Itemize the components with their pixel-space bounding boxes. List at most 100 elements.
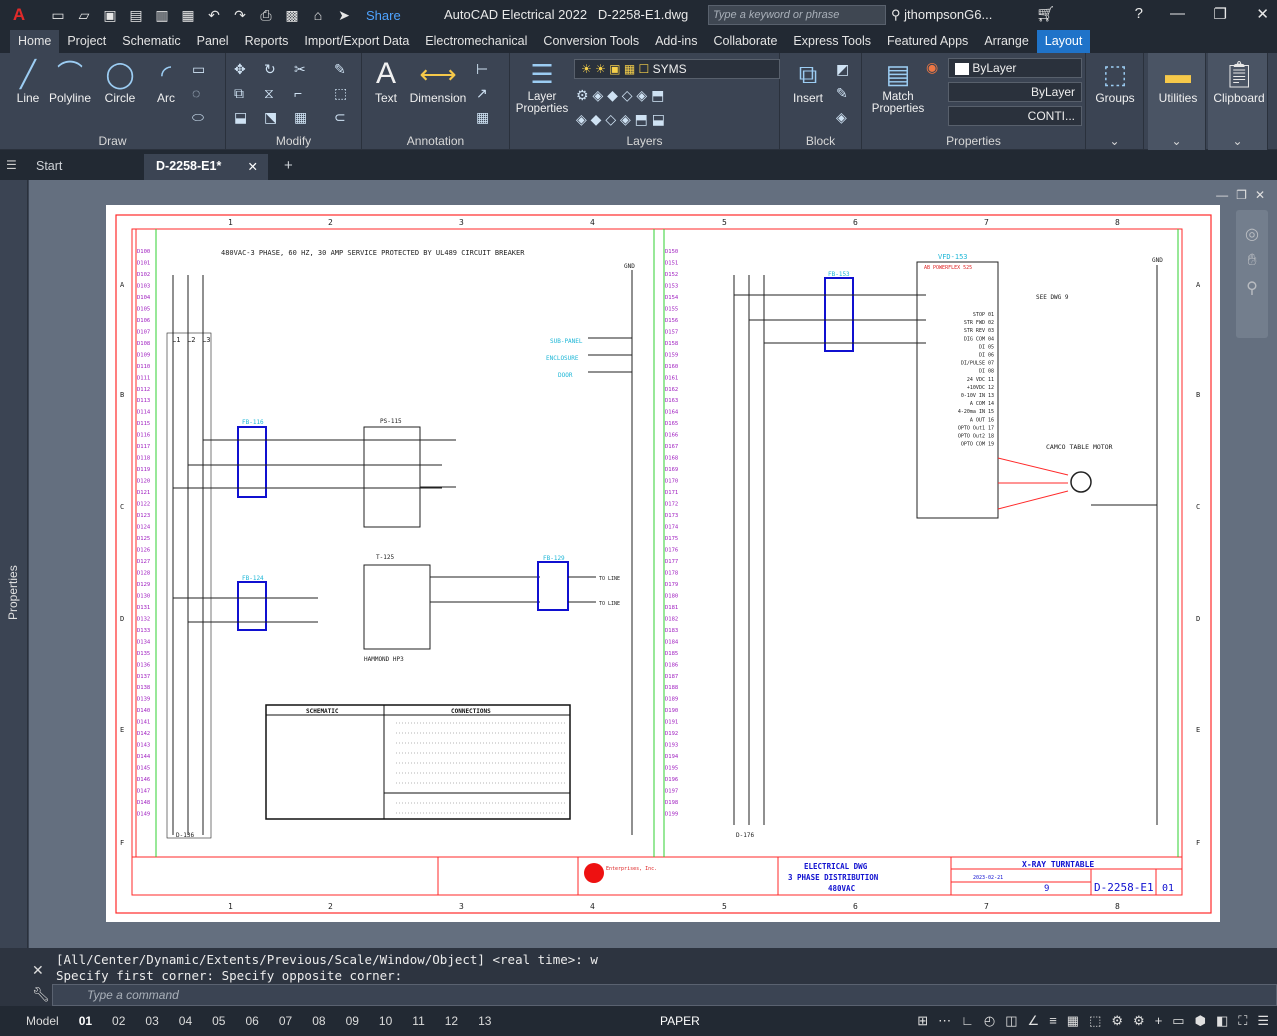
table-icon[interactable]: ▦ bbox=[476, 109, 489, 126]
layers-panel-title[interactable]: Layers bbox=[510, 134, 779, 148]
rotate-icon[interactable]: ↻ bbox=[264, 61, 276, 78]
properties-panel-title[interactable]: Properties bbox=[862, 134, 1085, 148]
annotation-monitor-icon[interactable]: + bbox=[1155, 1013, 1163, 1029]
leader-icon[interactable]: ↗ bbox=[476, 85, 488, 102]
open-icon[interactable]: ▱ bbox=[76, 7, 92, 24]
menu-tab-project[interactable]: Project bbox=[59, 30, 114, 53]
polyline-tool[interactable]: ⌒ Polyline bbox=[46, 57, 94, 105]
layout-tab-04[interactable]: 04 bbox=[169, 1014, 202, 1028]
menu-tab-import-export-data[interactable]: Import/Export Data bbox=[296, 30, 417, 53]
vp-minimize-icon[interactable]: — bbox=[1216, 188, 1228, 202]
maximize-icon[interactable]: ❐ bbox=[1214, 5, 1227, 23]
arc-tool[interactable]: ◜ Arc bbox=[146, 57, 186, 105]
layer-tools2-icon[interactable]: ◈ ◆ ◇ ◈ ⬒ ⬓ bbox=[576, 111, 665, 128]
attribute-icon[interactable]: ◈ bbox=[836, 109, 847, 126]
vp-restore-icon[interactable]: ❐ bbox=[1236, 188, 1247, 202]
create-block-icon[interactable]: ◩ bbox=[836, 61, 849, 78]
steering-wheel-icon[interactable]: ◎ bbox=[1236, 224, 1268, 244]
dimension-tool[interactable]: ⟷ Dimension bbox=[408, 57, 468, 105]
tab-menu-icon[interactable]: ☰ bbox=[6, 158, 17, 172]
layout-tab-13[interactable]: 13 bbox=[468, 1014, 501, 1028]
menu-tab-electromechanical[interactable]: Electromechanical bbox=[417, 30, 535, 53]
clipboard-tool[interactable]: 📋︎ Clipboard bbox=[1210, 57, 1268, 105]
zoom-icon[interactable]: ⚲ bbox=[1236, 278, 1268, 298]
groups-expand-icon[interactable]: ⌄ bbox=[1086, 134, 1143, 148]
modify-panel-title[interactable]: Modify bbox=[226, 134, 361, 148]
share-button[interactable]: Share bbox=[366, 8, 401, 23]
command-close-icon[interactable]: ✕ bbox=[32, 962, 44, 979]
cart-icon[interactable]: 🛒︎ bbox=[1036, 5, 1055, 23]
app-logo-icon[interactable]: A bbox=[0, 0, 38, 30]
layout-tab-11[interactable]: 11 bbox=[402, 1014, 434, 1028]
otrack-icon[interactable]: ∠ bbox=[1028, 1013, 1040, 1029]
color-wheel-icon[interactable]: ◉ bbox=[926, 59, 938, 76]
navigation-bar[interactable]: ◎ ✋︎ ⚲ bbox=[1236, 210, 1268, 338]
layer-tools-icon[interactable]: ⚙ ◈ ◆ ◇ ◈ ⬒ bbox=[576, 87, 664, 104]
mirror-icon[interactable]: ⧖ bbox=[264, 85, 274, 102]
array-icon[interactable]: ▦ bbox=[294, 109, 307, 126]
isolate-icon[interactable]: ⬢ bbox=[1195, 1013, 1206, 1029]
stretch-icon[interactable]: ⬓ bbox=[234, 109, 247, 126]
transparency-icon[interactable]: ▦ bbox=[1067, 1013, 1079, 1029]
menu-tab-collaborate[interactable]: Collaborate bbox=[705, 30, 785, 53]
menu-tab-express-tools[interactable]: Express Tools bbox=[785, 30, 879, 53]
properties-palette-strip[interactable]: Properties bbox=[0, 180, 28, 948]
utilities-expand-icon[interactable]: ⌄ bbox=[1148, 134, 1205, 148]
line-tool[interactable]: ╱ Line bbox=[8, 57, 48, 105]
menu-tab-add-ins[interactable]: Add-ins bbox=[647, 30, 705, 53]
layout-tab-01[interactable]: 01 bbox=[69, 1014, 102, 1028]
grid-icon[interactable]: ⊞ bbox=[917, 1013, 928, 1029]
command-customize-icon[interactable]: 🔧︎ bbox=[32, 986, 50, 1003]
save-web-icon[interactable]: ▦ bbox=[180, 7, 196, 24]
command-input[interactable]: Type a command bbox=[52, 984, 1277, 1006]
annotation-scale-icon[interactable]: ⚙ bbox=[1111, 1013, 1123, 1029]
tab-close-icon[interactable]: ✕ bbox=[248, 159, 258, 174]
menu-tab-layout[interactable]: Layout bbox=[1036, 30, 1091, 53]
trim-icon[interactable]: ✂ bbox=[294, 61, 306, 78]
layout-tab-06[interactable]: 06 bbox=[235, 1014, 268, 1028]
copy-icon[interactable]: ⧉ bbox=[234, 85, 244, 102]
hatch-icon[interactable]: ◌ bbox=[192, 85, 200, 101]
layer-properties-tool[interactable]: ☰ Layer Properties bbox=[514, 57, 570, 115]
color-dropdown[interactable]: ByLayer bbox=[948, 58, 1082, 78]
undo-icon[interactable]: ↶ bbox=[206, 7, 222, 24]
open-web-icon[interactable]: ▥ bbox=[154, 7, 170, 24]
customize-icon[interactable]: ☰ bbox=[1257, 1013, 1269, 1029]
menu-tab-panel[interactable]: Panel bbox=[189, 30, 237, 53]
user-account[interactable]: ⚲ jthompsonG6... bbox=[891, 7, 992, 23]
edit-block-icon[interactable]: ✎ bbox=[836, 85, 848, 102]
new-tab-icon[interactable]: + bbox=[276, 154, 301, 180]
redo-icon[interactable]: ↷ bbox=[232, 7, 248, 24]
circle-tool[interactable]: ◯ Circle bbox=[100, 57, 140, 105]
match-properties-tool[interactable]: ▤ Match Properties bbox=[868, 57, 928, 115]
save-as-icon[interactable]: ▤ bbox=[128, 7, 144, 24]
lineweight-icon[interactable]: ≡ bbox=[1049, 1013, 1057, 1029]
close-icon[interactable]: ✕ bbox=[1256, 5, 1269, 23]
linear-dim-icon[interactable]: ⊢ bbox=[476, 61, 488, 78]
ortho-icon[interactable]: ∟ bbox=[961, 1013, 974, 1029]
osnap-icon[interactable]: ◫ bbox=[1005, 1013, 1017, 1029]
explode-icon[interactable]: ⬚ bbox=[334, 85, 347, 102]
clean-screen-icon[interactable]: ⛶ bbox=[1238, 1013, 1247, 1029]
annotation-panel-title[interactable]: Annotation bbox=[362, 134, 509, 148]
units-icon[interactable]: ▭ bbox=[1172, 1013, 1184, 1029]
layout-tab-09[interactable]: 09 bbox=[336, 1014, 369, 1028]
share-icon[interactable]: ➤ bbox=[336, 7, 352, 24]
polar-icon[interactable]: ◴ bbox=[984, 1013, 995, 1029]
help-icon[interactable]: ? bbox=[1135, 5, 1143, 22]
layout-tab-02[interactable]: 02 bbox=[102, 1014, 135, 1028]
tab-drawing[interactable]: D-2258-E1* ✕ bbox=[144, 154, 268, 180]
plot-icon[interactable]: ⎙ bbox=[258, 7, 274, 24]
layout-tab-10[interactable]: 10 bbox=[369, 1014, 402, 1028]
pan-icon[interactable]: ✋︎ bbox=[1236, 252, 1268, 270]
block-panel-title[interactable]: Block bbox=[780, 134, 861, 148]
erase-icon[interactable]: ✎ bbox=[334, 61, 346, 78]
vp-close-icon[interactable]: ✕ bbox=[1255, 188, 1265, 202]
move-icon[interactable]: ✥ bbox=[234, 61, 246, 78]
layout-tab-05[interactable]: 05 bbox=[202, 1014, 235, 1028]
utilities-tool[interactable]: ▬ Utilities bbox=[1150, 57, 1206, 105]
insert-tool[interactable]: ⧉ Insert bbox=[784, 57, 832, 105]
menu-tab-conversion-tools[interactable]: Conversion Tools bbox=[535, 30, 647, 53]
match-icon[interactable]: ⌂ bbox=[310, 7, 326, 23]
new-icon[interactable]: ▭ bbox=[50, 7, 66, 24]
